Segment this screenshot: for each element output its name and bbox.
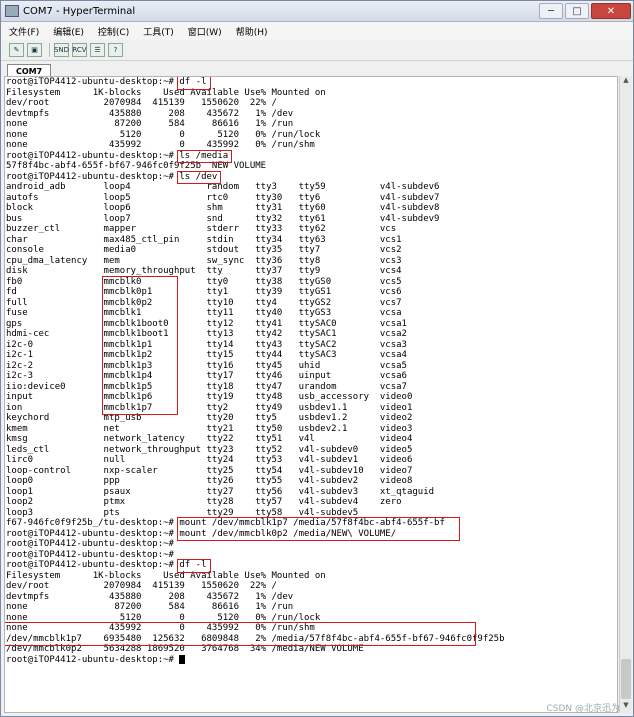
terminal-line: loop0 ppp tty26 tty55 v4l-subdev2 video8 xyxy=(6,476,413,486)
terminal-line: loop-control nxp-scaler tty25 tty54 v4l-… xyxy=(6,465,413,476)
terminal-line: i2c-1 mmcblk1p2 tty15 tty44 ttySAC3 vcsa… xyxy=(6,350,407,360)
send-icon[interactable]: SND xyxy=(54,43,69,57)
terminal-line: block loop6 shm tty31 tty60 v4l-subdev8 xyxy=(6,203,440,213)
terminal-cursor xyxy=(179,654,186,664)
terminal-line: dev/root 2070984 415139 1550620 22% / xyxy=(6,98,277,108)
scroll-thumb[interactable] xyxy=(621,659,631,699)
receive-icon[interactable]: RCV xyxy=(72,43,87,57)
terminal-line: hdmi-cec mmcblk1boot1 tty13 tty42 ttySAC… xyxy=(6,329,407,339)
terminal-line: lirc0 null tty24 tty53 v4l-subdev1 video… xyxy=(6,455,413,465)
menu-tools[interactable]: 工具(T) xyxy=(143,25,174,38)
terminal-line: Filesystem 1K-blocks Used Available Use%… xyxy=(6,570,326,581)
menu-file[interactable]: 文件(F) xyxy=(9,25,39,38)
close-button[interactable]: ✕ xyxy=(591,3,631,19)
menu-help[interactable]: 帮助(H) xyxy=(236,25,268,38)
terminal-line: none 435992 0 435992 0% /run/shm xyxy=(6,623,315,633)
terminal-line: full mmcblk0p2 tty10 tty4 ttyGS2 vcs7 xyxy=(6,297,402,308)
terminal-line: ion mmcblk1p7 tty2 tty49 usbdev1.1 video… xyxy=(6,402,413,413)
terminal-line: i2c-2 mmcblk1p3 tty16 tty45 uhid vcsa5 xyxy=(6,360,407,371)
terminal-line: devtmpfs 435880 208 435672 1% /dev xyxy=(6,108,294,119)
open-icon[interactable]: ▣ xyxy=(27,43,42,57)
terminal-line: none 5120 0 5120 0% /run/lock xyxy=(6,612,321,623)
terminal-line: cpu_dma_latency mem sw_sync tty36 tty8 v… xyxy=(6,255,402,266)
terminal-line: none 87200 584 86616 1% /run xyxy=(6,602,294,612)
terminal-output[interactable]: root@iTOP4412-ubuntu-desktop:~# df -l Fil… xyxy=(4,76,618,713)
terminal-line: fb0 mmcblk0 tty0 tty38 ttyGS0 vcs5 xyxy=(6,276,402,287)
scroll-down-icon[interactable]: ▼ xyxy=(620,701,632,713)
terminal-line: loop2 ptmx tty28 tty57 v4l-subdev4 zero xyxy=(6,497,402,507)
terminal-line: root@iTOP4412-ubuntu-desktop:~# ls /medi… xyxy=(6,150,229,161)
terminal-line: 57f8f4bc-abf4-655f-bf67-946fc0f9f25b NEW… xyxy=(6,161,267,171)
title-bar[interactable]: COM7 - HyperTerminal ─ □ ✕ xyxy=(1,1,633,22)
terminal-line: gps mmcblk1boot0 tty12 tty41 ttySAC0 vcs… xyxy=(6,318,407,329)
maximize-button[interactable]: □ xyxy=(565,3,589,19)
minimize-button[interactable]: ─ xyxy=(539,3,563,19)
help-icon[interactable]: ? xyxy=(108,43,123,57)
menu-bar: 文件(F) 编辑(E) 控制(C) 工具(T) 窗口(W) 帮助(H) xyxy=(1,22,633,40)
terminal-line: root@iTOP4412-ubuntu-desktop:~# df -l xyxy=(6,77,207,87)
terminal-line: kmsg network_latency tty22 tty51 v4l vid… xyxy=(6,434,413,444)
terminal-line: disk memory_throughput tty tty37 tty9 vc… xyxy=(6,266,402,276)
terminal-line: fuse mmcblk1 tty11 tty40 ttyGS3 vcsa xyxy=(6,308,402,318)
terminal-line: autofs loop5 rtc0 tty30 tty6 v4l-subdev7 xyxy=(6,192,440,203)
terminal-line: bus loop7 snd tty32 tty61 v4l-subdev9 xyxy=(6,213,440,224)
terminal-line: root@iTOP4412-ubuntu-desktop:~# xyxy=(5,654,617,666)
terminal-line: root@iTOP4412-ubuntu-desktop:~# xyxy=(6,539,174,549)
terminal-line: buzzer_ctl mapper stderr tty33 tty62 vcs xyxy=(6,224,397,234)
menu-edit[interactable]: 编辑(E) xyxy=(53,25,84,38)
toolbar: ✎ ▣ SND RCV ☰ ? xyxy=(1,40,633,61)
terminal-line: char max485_ctl_pin stdin tty34 tty63 vc… xyxy=(6,234,402,245)
terminal-line: i2c-3 mmcblk1p4 tty17 tty46 uinput vcsa6 xyxy=(6,371,407,381)
scroll-up-icon[interactable]: ▲ xyxy=(620,76,632,88)
tab-strip: COM7 xyxy=(1,61,633,77)
terminal-line: android_adb loop4 random tty3 tty59 v4l-… xyxy=(6,182,440,192)
terminal-line: input mmcblk1p6 tty19 tty48 usb_accessor… xyxy=(6,392,413,402)
terminal-line: leds_ctl network_throughput tty23 tty52 … xyxy=(6,444,413,455)
terminal-line: root@iTOP4412-ubuntu-desktop:~# mount /d… xyxy=(6,528,397,539)
terminal-line: f67-946fc0f9f25b_/tu-desktop:~# mount /d… xyxy=(6,518,445,528)
terminal-line: root@iTOP4412-ubuntu-desktop:~# df -l xyxy=(6,560,207,570)
terminal-scrollbar[interactable]: ▲ ▼ xyxy=(619,76,632,713)
terminal-line: loop3 pts tty29 tty58 v4l-subdev5 xyxy=(6,507,359,518)
terminal-line: dev/root 2070984 415139 1550620 22% / xyxy=(6,581,277,591)
terminal-line: /dev/mmcblk0p2 5634288 1869520 3764768 3… xyxy=(6,644,364,654)
terminal-line: fd mmcblk0p1 tty1 tty39 ttyGS1 vcs6 xyxy=(6,287,402,297)
terminal-line: i2c-0 mmcblk1p1 tty14 tty43 ttySAC2 vcsa… xyxy=(6,339,407,350)
properties-icon[interactable]: ☰ xyxy=(90,43,105,57)
terminal-line: iio:device0 mmcblk1p5 tty18 tty47 urando… xyxy=(6,381,407,392)
terminal-line: kmem net tty21 tty50 usbdev2.1 video3 xyxy=(6,423,413,434)
terminal-line: /dev/mmcblk1p7 6935480 125632 6809848 2%… xyxy=(6,633,505,644)
terminal-line: Filesystem 1K-blocks Used Available Use%… xyxy=(6,87,326,98)
terminal-line: root@iTOP4412-ubuntu-desktop:~# ls /dev xyxy=(6,171,218,182)
terminal-line: devtmpfs 435880 208 435672 1% /dev xyxy=(6,591,294,602)
app-icon xyxy=(5,5,19,17)
menu-control[interactable]: 控制(C) xyxy=(98,25,129,38)
terminal-line: none 435992 0 435992 0% /run/shm xyxy=(6,140,315,150)
watermark: CSDN @北京迅为 xyxy=(546,704,620,714)
terminal-line: root@iTOP4412-ubuntu-desktop:~# xyxy=(6,549,174,560)
window-title: COM7 - HyperTerminal xyxy=(23,5,136,17)
terminal-line: loop1 psaux tty27 tty56 v4l-subdev3 xt_q… xyxy=(6,486,435,497)
terminal-line: console media0 stdout tty35 tty7 vcs2 xyxy=(6,245,402,255)
toolbar-separator xyxy=(49,43,50,57)
terminal-line: none 5120 0 5120 0% /run/lock xyxy=(6,129,321,140)
terminal-line: keychord mtp_usb tty20 tty5 usbdev1.2 vi… xyxy=(6,413,413,423)
new-icon[interactable]: ✎ xyxy=(9,43,24,57)
menu-window[interactable]: 窗口(W) xyxy=(188,25,222,38)
terminal-line: none 87200 584 86616 1% /run xyxy=(6,119,294,129)
